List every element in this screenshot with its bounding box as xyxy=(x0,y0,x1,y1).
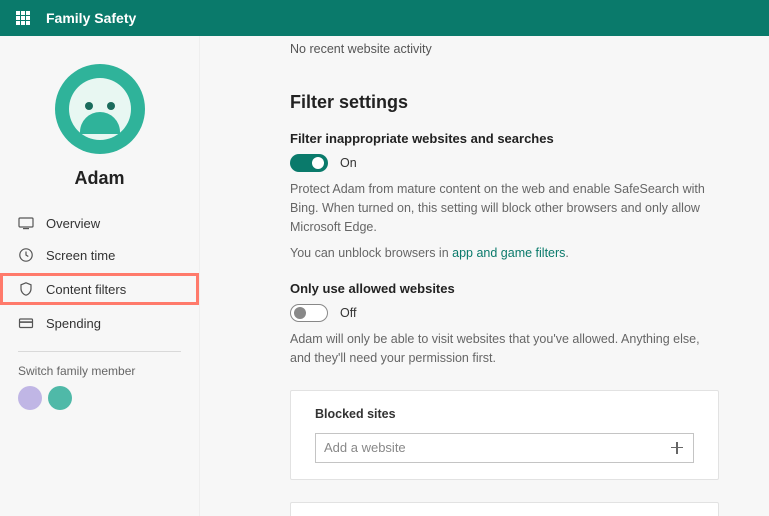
only-allowed-desc: Adam will only be able to visit websites… xyxy=(290,330,719,368)
add-blocked-site-icon[interactable] xyxy=(669,440,685,456)
topbar: Family Safety xyxy=(0,0,769,36)
sidebar-item-label: Content filters xyxy=(46,282,126,297)
unblock-browsers-text: You can unblock browsers in app and game… xyxy=(290,244,719,263)
only-allowed-title: Only use allowed websites xyxy=(290,281,719,296)
only-allowed-toggle[interactable] xyxy=(290,304,328,322)
profile-name: Adam xyxy=(74,168,124,189)
overview-icon xyxy=(18,215,34,231)
sidebar-nav: Overview Screen time Content filters Spe… xyxy=(0,207,199,339)
filter-inappropriate-toggle[interactable] xyxy=(290,154,328,172)
filter-inappropriate-desc: Protect Adam from mature content on the … xyxy=(290,180,719,236)
card-icon xyxy=(18,315,34,331)
filter-inappropriate-title: Filter inappropriate websites and search… xyxy=(290,131,719,146)
sidebar: Adam Overview Screen time Content filter… xyxy=(0,36,200,516)
blocked-site-input-wrap xyxy=(315,433,694,463)
blocked-sites-title: Blocked sites xyxy=(315,407,694,421)
switch-family-label: Switch family member xyxy=(0,364,199,386)
blocked-site-input[interactable] xyxy=(324,440,669,455)
app-title: Family Safety xyxy=(46,10,136,26)
family-member-avatar[interactable] xyxy=(18,386,42,410)
blocked-sites-card: Blocked sites xyxy=(290,390,719,480)
allowed-sites-card: Allowed sites xyxy=(290,502,719,516)
clock-icon xyxy=(18,247,34,263)
sidebar-item-label: Overview xyxy=(46,216,100,231)
sidebar-item-overview[interactable]: Overview xyxy=(0,207,199,239)
shield-icon xyxy=(18,281,34,297)
app-game-filters-link[interactable]: app and game filters xyxy=(452,246,565,260)
sidebar-item-spending[interactable]: Spending xyxy=(0,307,199,339)
sidebar-item-label: Spending xyxy=(46,316,101,331)
sidebar-item-contentfilters[interactable]: Content filters xyxy=(0,273,199,305)
sidebar-item-label: Screen time xyxy=(46,248,115,263)
filter-settings-heading: Filter settings xyxy=(290,92,719,113)
profile-avatar xyxy=(55,64,145,154)
main-content: No recent website activity Filter settin… xyxy=(200,36,769,516)
app-launcher-icon[interactable] xyxy=(16,11,30,25)
toggle-state-label: Off xyxy=(340,306,356,320)
toggle-state-label: On xyxy=(340,156,357,170)
recent-activity-text: No recent website activity xyxy=(290,42,719,56)
family-member-avatar[interactable] xyxy=(48,386,72,410)
sidebar-item-screentime[interactable]: Screen time xyxy=(0,239,199,271)
divider xyxy=(18,351,181,352)
